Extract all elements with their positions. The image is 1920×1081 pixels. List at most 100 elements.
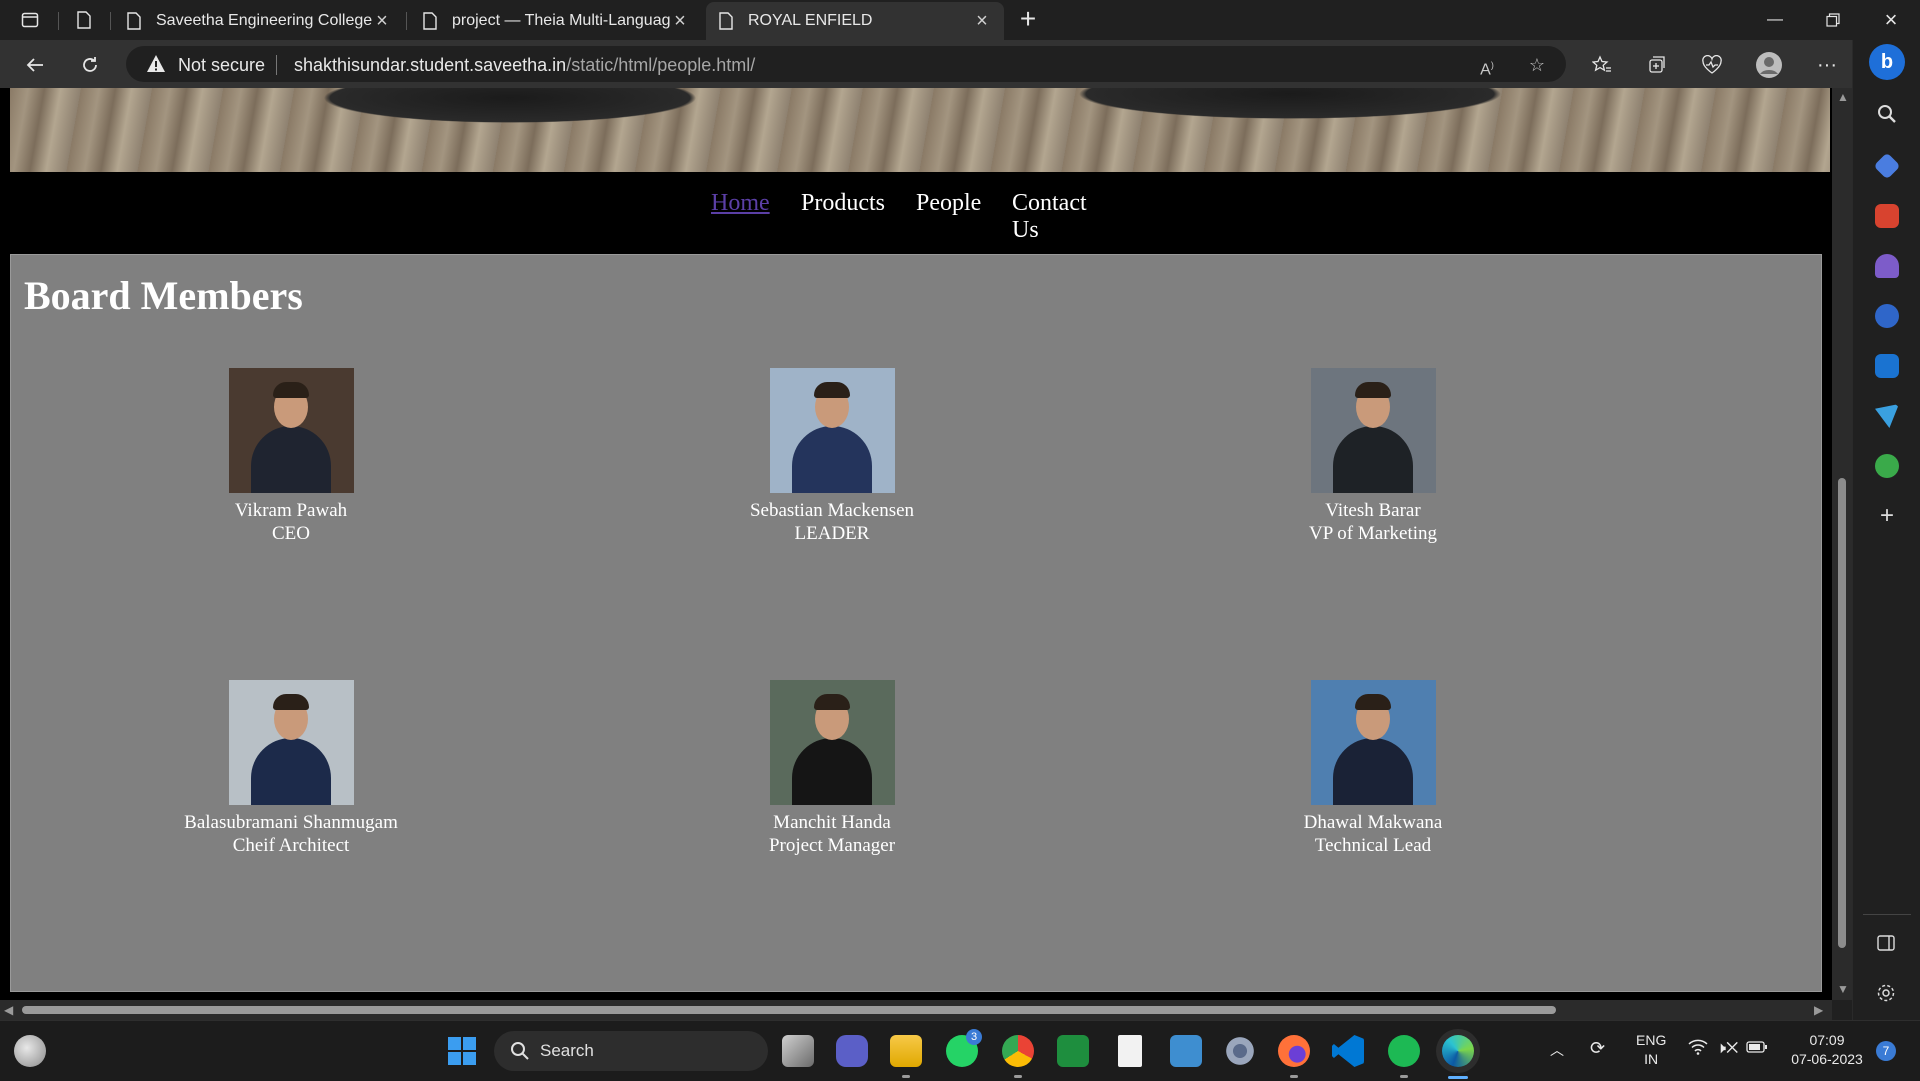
edge-browser-icon[interactable] — [1442, 1035, 1474, 1067]
windows-start-icon[interactable] — [446, 1035, 478, 1067]
board-members-section: Board Members Vikram Pawah CEO Sebastian… — [10, 254, 1822, 992]
tab-theia-project[interactable]: project — Theia Multi-Language × — [410, 2, 702, 40]
tab-actions-icon[interactable] — [18, 8, 42, 32]
search-icon[interactable] — [1875, 102, 1899, 126]
tree-icon[interactable] — [1875, 454, 1899, 478]
minimize-button[interactable]: — — [1748, 0, 1802, 40]
member-photo[interactable] — [1310, 680, 1436, 805]
refresh-button[interactable] — [75, 50, 105, 80]
member-role: CEO — [272, 523, 310, 544]
omnibox-separator — [276, 55, 277, 75]
member-photo[interactable] — [228, 368, 354, 493]
back-button[interactable] — [20, 50, 50, 80]
browser-essentials-icon[interactable] — [1697, 50, 1727, 80]
security-status[interactable]: Not secure — [178, 55, 265, 76]
notification-count-badge[interactable]: 7 — [1876, 1041, 1896, 1061]
photo-hair — [1354, 382, 1391, 398]
horizontal-scrollbar[interactable]: ◀ ▶ — [0, 1000, 1832, 1020]
photo-hair — [1354, 694, 1391, 710]
sidebar-divider — [1863, 914, 1911, 915]
photo-suit — [791, 738, 872, 805]
edge-sidebar: b + — [1852, 40, 1920, 1020]
member-card: Balasubramani Shanmugam Cheif Architect — [131, 680, 451, 857]
task-view-icon[interactable] — [782, 1035, 814, 1067]
nav-contact-link[interactable]: Contact Us — [1012, 190, 1087, 244]
games-icon[interactable] — [1875, 254, 1899, 278]
spreadsheet-app-icon[interactable] — [1057, 1035, 1089, 1067]
clock[interactable]: 07:09 07-06-2023 — [1782, 1031, 1872, 1069]
scroll-up-arrow-icon[interactable]: ▲ — [1837, 90, 1849, 104]
settings-gear-icon[interactable] — [1875, 982, 1899, 1006]
tab-separator — [406, 12, 407, 30]
profile-avatar[interactable] — [1754, 50, 1784, 80]
scroll-left-arrow-icon[interactable]: ◀ — [4, 1003, 13, 1017]
document-file-icon[interactable] — [1118, 1035, 1142, 1067]
running-indicator — [1014, 1075, 1022, 1078]
new-tab-button[interactable]: + — [1012, 4, 1044, 36]
wifi-icon[interactable] — [1688, 1039, 1708, 1060]
more-options-icon[interactable]: ··· — [1812, 50, 1842, 80]
tab-title: project — Theia Multi-Language — [452, 12, 670, 29]
member-photo[interactable] — [769, 368, 895, 493]
photo-hair — [813, 382, 850, 398]
member-photo[interactable] — [228, 680, 354, 805]
member-photo[interactable] — [1310, 368, 1436, 493]
favorites-icon[interactable] — [1587, 50, 1617, 80]
notepad-icon[interactable] — [1170, 1035, 1202, 1067]
member-card: Dhawal Makwana Technical Lead — [1213, 680, 1533, 857]
vertical-scrollbar[interactable]: ▲ ▼ — [1832, 88, 1852, 1000]
tab-royal-enfield[interactable]: ROYAL ENFIELD × — [706, 2, 1004, 40]
workspace-page-icon[interactable] — [72, 8, 96, 32]
volume-muted-icon[interactable]: 🕨✕ — [1716, 1039, 1738, 1058]
read-aloud-icon[interactable]: A) — [1476, 54, 1498, 78]
photo-suit — [250, 426, 331, 493]
restore-button[interactable] — [1806, 0, 1860, 40]
chrome-icon[interactable] — [1002, 1035, 1034, 1067]
taskbar-search-box[interactable]: Search — [494, 1031, 768, 1071]
member-name: Manchit Handa — [773, 812, 891, 833]
nav-products-link[interactable]: Products — [801, 190, 885, 217]
firefox-icon[interactable] — [1278, 1035, 1310, 1067]
member-name: Balasubramani Shanmugam — [184, 812, 398, 833]
add-sidebar-app-icon[interactable]: + — [1875, 504, 1899, 528]
tools-icon[interactable] — [1875, 204, 1899, 228]
member-photo[interactable] — [769, 680, 895, 805]
outlook-icon[interactable] — [1875, 354, 1899, 378]
shopping-tag-icon[interactable] — [1873, 152, 1901, 180]
member-card: Vitesh Barar VP of Marketing — [1213, 368, 1533, 545]
close-window-button[interactable]: × — [1864, 0, 1918, 40]
close-tab-icon[interactable]: × — [670, 10, 690, 33]
tab-saveetha[interactable]: Saveetha Engineering College × — [114, 2, 404, 40]
collections-icon[interactable] — [1642, 50, 1672, 80]
microsoft-365-icon[interactable] — [1875, 304, 1899, 328]
hero-banner-image — [10, 88, 1830, 172]
close-tab-icon[interactable]: × — [372, 10, 392, 33]
scroll-right-arrow-icon[interactable]: ▶ — [1814, 1003, 1823, 1017]
hide-sidebar-icon[interactable] — [1875, 932, 1899, 956]
file-explorer-icon[interactable] — [890, 1035, 922, 1067]
spotify-icon[interactable] — [1388, 1035, 1420, 1067]
vertical-scroll-thumb[interactable] — [1838, 478, 1846, 948]
show-hidden-icons-chevron-icon[interactable]: ︿ — [1550, 1041, 1564, 1060]
member-card: Sebastian Mackensen LEADER — [672, 368, 992, 545]
weather-widget-icon[interactable] — [14, 1035, 46, 1067]
photo-suit — [791, 426, 872, 493]
vscode-icon[interactable] — [1332, 1035, 1364, 1067]
language-indicator[interactable]: ENG IN — [1636, 1031, 1666, 1069]
member-role: LEADER — [794, 523, 870, 544]
close-tab-icon[interactable]: × — [972, 10, 992, 33]
drop-icon[interactable] — [1875, 404, 1899, 428]
bing-copilot-icon[interactable]: b — [1869, 44, 1905, 80]
favorite-star-icon[interactable]: ☆ — [1526, 54, 1548, 76]
nav-people-link[interactable]: People — [916, 190, 981, 217]
horizontal-scroll-thumb[interactable] — [22, 1006, 1556, 1014]
browser-toolbar: Not secure shakthisundar.student.saveeth… — [0, 40, 1920, 88]
scroll-down-arrow-icon[interactable]: ▼ — [1837, 982, 1849, 996]
sync-icon[interactable]: ⟳ — [1590, 1039, 1605, 1058]
settings-app-icon[interactable] — [1224, 1035, 1256, 1067]
address-bar[interactable]: Not secure shakthisundar.student.saveeth… — [126, 46, 1566, 82]
url-text[interactable]: shakthisundar.student.saveetha.in/static… — [294, 55, 755, 76]
page-icon — [127, 12, 141, 30]
battery-icon[interactable] — [1746, 1040, 1768, 1059]
teams-chat-icon[interactable] — [836, 1035, 868, 1067]
